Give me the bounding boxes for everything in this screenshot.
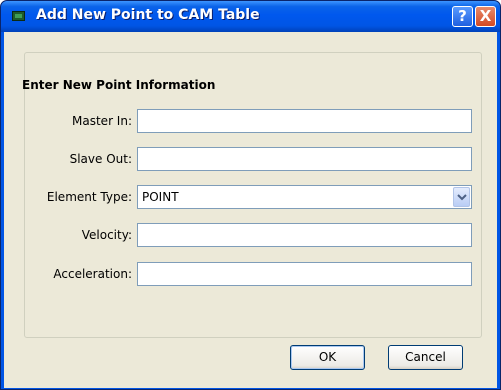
element-type-select[interactable]: POINT bbox=[137, 185, 472, 209]
slave-out-label: Slave Out: bbox=[69, 152, 132, 166]
title-bar[interactable]: Add New Point to CAM Table ? X bbox=[1, 1, 500, 32]
element-type-value: POINT bbox=[142, 190, 179, 204]
acceleration-label: Acceleration: bbox=[53, 267, 132, 281]
velocity-input[interactable] bbox=[137, 223, 472, 247]
window-app-icon bbox=[12, 11, 25, 21]
chevron-down-icon[interactable] bbox=[453, 187, 470, 207]
window-title: Add New Point to CAM Table bbox=[36, 7, 260, 23]
section-title: Enter New Point Information bbox=[22, 78, 216, 92]
element-type-label: Element Type: bbox=[46, 190, 132, 204]
master-in-label: Master In: bbox=[72, 114, 132, 128]
master-in-input[interactable] bbox=[137, 109, 472, 133]
acceleration-input[interactable] bbox=[137, 262, 472, 286]
velocity-label: Velocity: bbox=[81, 228, 132, 242]
cancel-button[interactable]: Cancel bbox=[388, 345, 463, 370]
ok-button[interactable]: OK bbox=[290, 345, 365, 370]
help-icon[interactable]: ? bbox=[452, 6, 473, 27]
slave-out-input[interactable] bbox=[137, 147, 472, 171]
dialog-body: Enter New Point Information Master In: S… bbox=[4, 32, 497, 388]
close-icon[interactable]: X bbox=[475, 6, 496, 27]
dialog-window: Add New Point to CAM Table ? X Enter New… bbox=[0, 0, 501, 390]
